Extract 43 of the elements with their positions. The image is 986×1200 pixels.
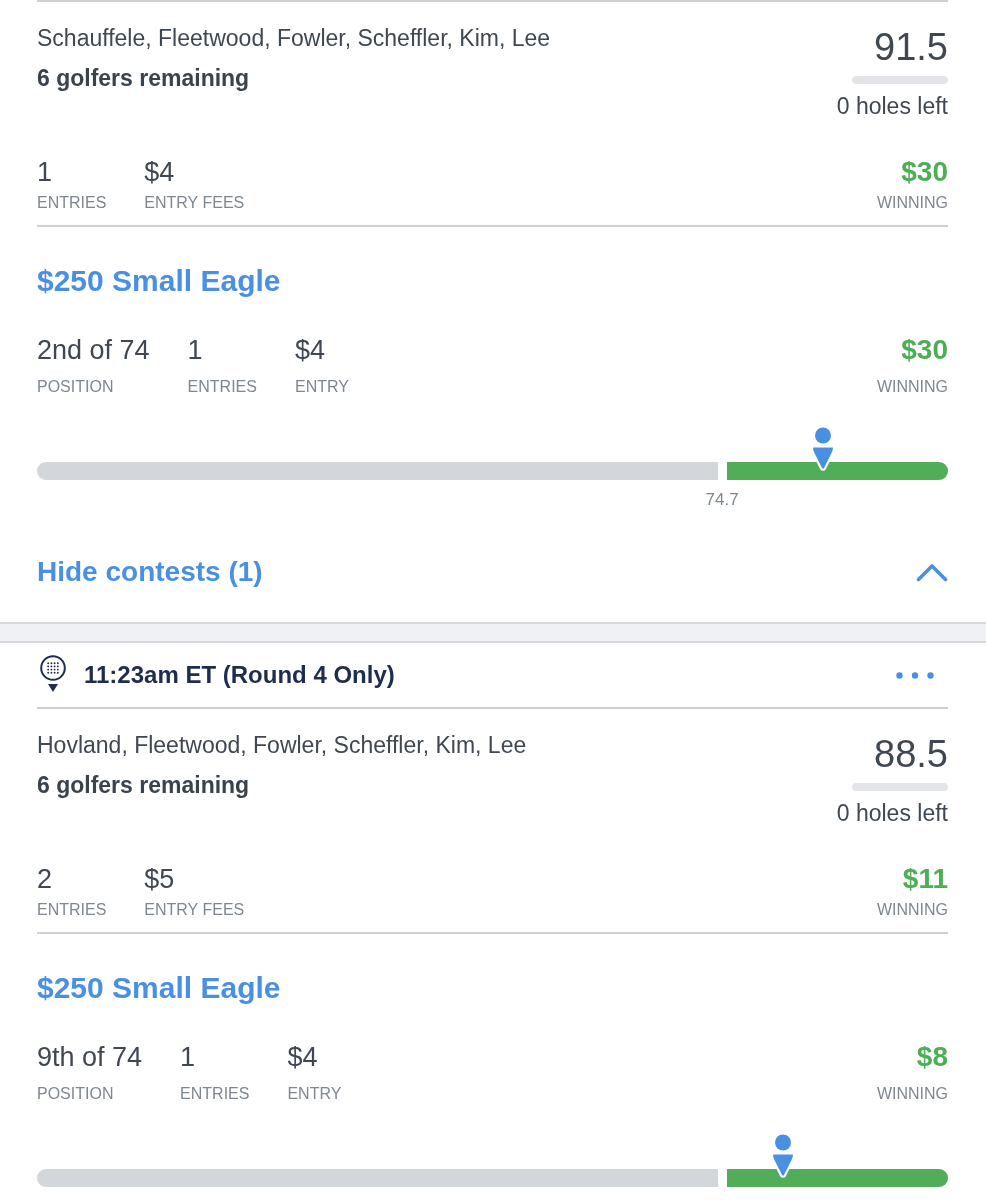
stat-value: $5	[144, 863, 175, 895]
stat-value: 2	[37, 863, 53, 895]
stat-value: $4	[287, 1041, 318, 1073]
holes-left: 0 holes left	[836, 799, 948, 827]
holes-left: 0 holes left	[836, 92, 948, 120]
winning-amount: $30	[901, 156, 948, 188]
stat-label: ENTRIES	[187, 377, 257, 397]
contest-name-link[interactable]: $250 Small Eagle	[37, 263, 281, 299]
winning-label: WINNING	[876, 900, 948, 920]
chevron-up-icon[interactable]	[916, 562, 948, 582]
winning-label: WINNING	[876, 193, 948, 213]
stat-label: POSITION	[37, 1084, 114, 1104]
stat-value: $4	[144, 156, 175, 188]
stat-label: ENTRIES	[180, 1084, 250, 1104]
stat-value: 1	[37, 156, 53, 188]
cash-line-value: 74.7	[705, 490, 739, 510]
stat-label: ENTRY FEES	[144, 900, 245, 920]
lineup-score: 91.5	[874, 27, 948, 67]
more-icon[interactable]	[896, 671, 934, 679]
stat-label: POSITION	[37, 377, 114, 397]
golfers-remaining: 6 golfers remaining	[37, 64, 250, 92]
lineup-score: 88.5	[874, 734, 948, 774]
stat-value: 1	[180, 1041, 196, 1073]
hide-contests-button[interactable]: Hide contests (1)	[37, 555, 263, 589]
contest-name-link[interactable]: $250 Small Eagle	[37, 970, 281, 1006]
winning-label: WINNING	[876, 377, 948, 397]
winning-label: WINNING	[876, 1084, 948, 1104]
stat-label: ENTRIES	[37, 900, 107, 920]
stat-value: $4	[294, 334, 325, 366]
stat-value: 1	[187, 334, 203, 366]
golfer-names: Hovland, Fleetwood, Fowler, Scheffler, Kim, Lee	[37, 731, 527, 759]
winning-amount: $30	[901, 334, 948, 366]
contest-start-time: 11:23am ET (Round 4 Only)	[84, 661, 395, 689]
stat-label: ENTRIES	[37, 193, 107, 213]
golfers-remaining: 6 golfers remaining	[37, 771, 250, 799]
stat-label: ENTRY FEES	[144, 193, 245, 213]
stat-value: 2nd of 74	[37, 334, 150, 366]
stat-label: ENTRY	[294, 377, 349, 397]
winning-amount: $11	[902, 863, 948, 895]
winning-amount: $8	[916, 1041, 948, 1073]
golfer-names: Schauffele, Fleetwood, Fowler, Scheffler, Kim, Lee	[37, 24, 551, 52]
stat-value: 9th of 74	[37, 1041, 143, 1073]
stat-label: ENTRY	[287, 1084, 342, 1104]
